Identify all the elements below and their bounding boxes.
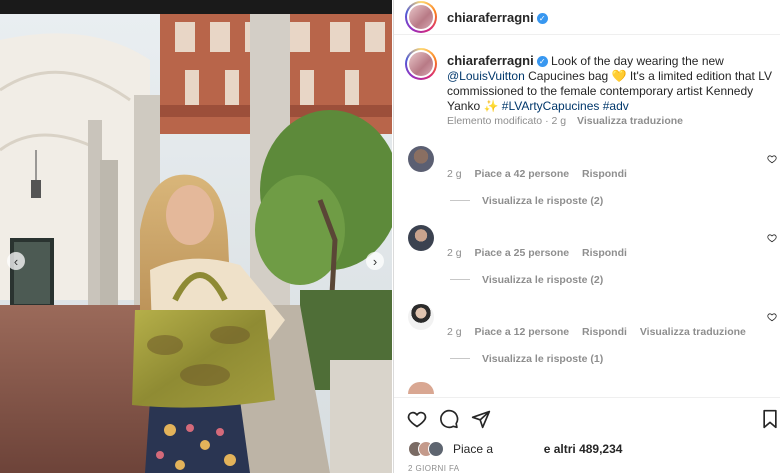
comment-icon[interactable] — [439, 409, 459, 429]
likes-suffix: e altri — [543, 442, 576, 456]
commenter-avatar[interactable] — [408, 382, 434, 394]
caption-mention-link[interactable]: @LouisVuitton — [447, 69, 525, 83]
heart-icon[interactable] — [407, 409, 427, 429]
comment-likes[interactable]: Piace a 42 persone — [475, 168, 570, 180]
edited-label: Elemento modificato — [447, 115, 543, 127]
comment-item: 2 g Piace a 42 persone Rispondi Visualiz… — [394, 144, 780, 214]
heart-icon[interactable] — [767, 312, 777, 322]
liker-avatar — [428, 441, 444, 457]
post-photo[interactable]: ‹ › — [0, 0, 392, 473]
commenter-avatar[interactable] — [408, 225, 434, 251]
post-caption: chiaraferragni ✓ Look of the day wearing … — [447, 53, 772, 114]
likes-prefix: Piace a — [453, 442, 494, 456]
translate-button[interactable]: Visualizza traduzione — [577, 115, 683, 127]
reply-button[interactable]: Rispondi — [582, 326, 627, 338]
next-photo-button[interactable]: › — [366, 252, 384, 270]
chevron-right-icon: › — [372, 253, 378, 269]
caption-text-2: Capucines bag — [528, 69, 609, 83]
verified-badge-icon: ✓ — [536, 13, 548, 24]
bookmark-icon[interactable] — [760, 409, 780, 429]
verified-badge-icon: ✓ — [536, 56, 548, 67]
caption-avatar[interactable] — [405, 48, 437, 80]
reply-button[interactable]: Rispondi — [582, 247, 627, 259]
comment-meta: 2 g Piace a 12 persone Rispondi Visualiz… — [447, 326, 756, 338]
prev-photo-button[interactable]: ‹ — [7, 252, 25, 270]
reply-button[interactable]: Rispondi — [582, 168, 627, 180]
photo-illustration — [0, 0, 392, 473]
hashtag-link[interactable]: #adv — [603, 99, 629, 113]
sparkles-emoji: ✨ — [483, 99, 499, 113]
comment-time: 2 g — [447, 326, 462, 338]
caption-text-1: Look of the day wearing the new — [551, 54, 724, 68]
comment-meta: 2 g Piace a 25 persone Rispondi — [447, 247, 637, 259]
comment-time: 2 g — [447, 168, 462, 180]
comment-item: 2 g Piace a 12 persone Rispondi Visualiz… — [394, 302, 780, 372]
translate-button[interactable]: Visualizza traduzione — [640, 326, 746, 338]
send-icon[interactable] — [471, 409, 491, 429]
post-date: 2 GIORNI FA — [408, 464, 460, 473]
view-replies-button[interactable]: Visualizza le risposte (1) — [450, 353, 603, 365]
likes-count: 489,234 — [579, 442, 623, 456]
commenter-avatar[interactable] — [408, 304, 434, 330]
view-replies-button[interactable]: Visualizza le risposte (2) — [450, 274, 603, 286]
post-side-panel: chiaraferragni ✓ chiaraferragni ✓ Look of … — [393, 0, 780, 473]
comment-meta: 2 g Piace a 42 persone Rispondi — [447, 168, 637, 180]
action-bar — [394, 397, 780, 438]
yellow-heart-emoji: 💛 — [611, 69, 627, 83]
view-replies-label: Visualizza le risposte (2) — [482, 195, 604, 207]
caption-meta: Elemento modificato · 2 g Visualizza tra… — [447, 115, 684, 127]
likes-text: Piace a e altri 489,234 — [453, 442, 622, 456]
comment-likes[interactable]: Piace a 12 persone — [475, 326, 570, 338]
header-username[interactable]: chiaraferragni — [447, 10, 534, 25]
view-replies-label: Visualizza le risposte (2) — [482, 274, 604, 286]
post-header: chiaraferragni ✓ — [394, 0, 780, 35]
commenter-avatar[interactable] — [408, 146, 434, 172]
view-replies-label: Visualizza le risposte (1) — [482, 353, 604, 365]
heart-icon[interactable] — [767, 154, 777, 164]
comment-item: 2 g Piace a 25 persone Rispondi Visualiz… — [394, 223, 780, 293]
caption-username[interactable]: chiaraferragni — [447, 53, 534, 68]
comment-likes[interactable]: Piace a 25 persone — [475, 247, 570, 259]
header-user: chiaraferragni ✓ — [447, 9, 548, 27]
hashtag-link[interactable]: #LVArtyCapucines — [502, 99, 600, 113]
view-replies-button[interactable]: Visualizza le risposte (2) — [450, 195, 603, 207]
chevron-left-icon: ‹ — [13, 253, 19, 269]
heart-icon[interactable] — [767, 233, 777, 243]
profile-avatar[interactable] — [405, 1, 437, 33]
caption-time: 2 g — [551, 115, 567, 127]
comment-time: 2 g — [447, 247, 462, 259]
